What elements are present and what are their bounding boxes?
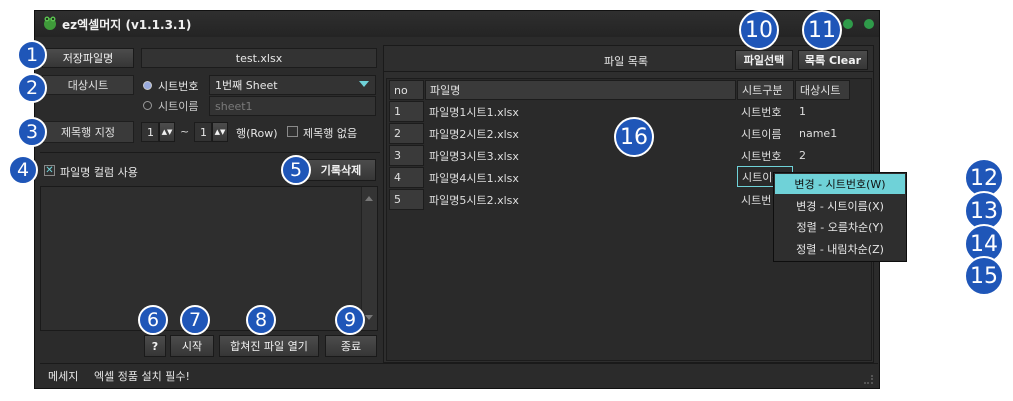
table-cell-target-sheet[interactable]: name1 — [795, 123, 850, 144]
annotation-badge: 7 — [180, 305, 210, 335]
divider — [40, 152, 380, 153]
open-merged-file-button[interactable]: 합쳐진 파일 열기 — [219, 335, 319, 357]
clear-list-button[interactable]: 목록 Clear — [798, 50, 868, 70]
menu-item-sort-ascending[interactable]: 정렬 - 오름차순(Y) — [775, 217, 905, 237]
menu-item-change-sheet-name[interactable]: 변경 - 시트이름(X) — [775, 196, 905, 216]
help-button[interactable]: ? — [144, 335, 166, 357]
scroll-up-icon[interactable] — [365, 196, 373, 201]
annotation-badge: 11 — [802, 10, 842, 50]
annotation-badge: 16 — [614, 117, 654, 157]
table-cell-filename[interactable]: 파일명3시트3.xlsx — [425, 145, 736, 166]
select-file-button[interactable]: 파일선택 — [735, 50, 793, 70]
column-header-sheet-kind[interactable]: 시트구분 — [737, 80, 794, 100]
delete-log-button[interactable]: 기록삭제 — [306, 159, 376, 181]
log-scrollbar[interactable] — [361, 187, 377, 330]
use-filename-column-label: 파일명 컬럼 사용 — [60, 166, 138, 179]
annotation-badge: 6 — [138, 305, 168, 335]
table-cell-target-sheet[interactable]: 1 — [795, 101, 850, 122]
title-row-to[interactable]: 1 — [194, 122, 212, 142]
radio-sheet-number[interactable] — [143, 81, 152, 90]
table-row-no[interactable]: 4 — [389, 167, 424, 188]
annotation-badge: 3 — [17, 117, 47, 147]
table-cell-sheet-kind[interactable]: 시트번호 — [737, 101, 794, 122]
table-row-no[interactable]: 3 — [389, 145, 424, 166]
annotation-badge: 5 — [281, 155, 311, 185]
sheet-number-select[interactable]: 1번째 Sheet — [209, 75, 376, 95]
sheet-name-input[interactable]: sheet1 — [209, 96, 376, 116]
log-area[interactable] — [40, 186, 378, 331]
radio-sheet-name-label: 시트이름 — [158, 100, 199, 113]
file-list-label: 파일 목록 — [604, 55, 648, 68]
column-header-filename[interactable]: 파일명 — [425, 80, 736, 100]
menu-item-change-sheet-number[interactable]: 변경 - 시트번호(W) — [775, 174, 905, 194]
radio-sheet-number-label: 시트번호 — [158, 80, 199, 93]
table-cell-sheet-kind[interactable]: 시트번호 — [737, 145, 794, 166]
menu-item-sort-descending[interactable]: 정렬 - 내림차순(Z) — [775, 239, 905, 259]
minimize-icon[interactable] — [843, 19, 853, 29]
column-header-target-sheet[interactable]: 대상시트 — [795, 80, 850, 100]
table-cell-sheet-kind[interactable]: 시트번 — [737, 189, 777, 210]
table-cell-filename[interactable]: 파일명1시트1.xlsx — [425, 101, 736, 122]
annotation-badge: 4 — [8, 155, 38, 185]
radio-sheet-name[interactable] — [143, 101, 152, 110]
title-row-from-spinner[interactable]: ▲▼ — [159, 122, 175, 142]
table-row-no[interactable]: 5 — [389, 189, 424, 210]
save-file-label: 저장파일명 — [42, 48, 134, 68]
annotation-badge: 2 — [17, 73, 47, 103]
window-title: ez엑셀머지 (v1.1.3.1) — [62, 18, 192, 32]
table-cell-filename[interactable]: 파일명5시트2.xlsx — [425, 189, 736, 210]
no-title-row-checkbox[interactable] — [287, 126, 298, 137]
title-row-label: 제목행 지정 — [42, 121, 134, 143]
title-row-to-spinner[interactable]: ▲▼ — [212, 122, 228, 142]
close-icon[interactable] — [864, 19, 874, 29]
save-file-field[interactable]: test.xlsx — [141, 48, 377, 68]
use-filename-column-checkbox[interactable]: ✕ — [44, 165, 55, 176]
annotation-badge: 1 — [17, 40, 47, 70]
annotation-badge: 10 — [739, 10, 779, 50]
no-title-row-label: 제목행 없음 — [303, 127, 358, 140]
status-label: 메세지 — [48, 370, 79, 383]
table-cell-target-sheet[interactable]: 2 — [795, 145, 850, 166]
title-row-tilde: ~ — [180, 125, 190, 138]
exit-button[interactable]: 종료 — [325, 335, 377, 357]
annotation-badge: 8 — [246, 305, 276, 335]
title-row-from[interactable]: 1 — [141, 122, 159, 142]
dropdown-arrow-icon — [359, 81, 369, 87]
scroll-down-icon[interactable] — [365, 315, 373, 320]
table-cell-sheet-kind[interactable]: 시트이름 — [737, 123, 794, 144]
sheet-number-value: 1번째 Sheet — [215, 79, 278, 92]
table-cell-filename[interactable]: 파일명2시트2.xlsx — [425, 123, 736, 144]
status-message: 엑셀 정품 설치 필수! — [94, 370, 190, 383]
frog-app-icon — [42, 15, 58, 31]
title-row-unit: 행(Row) — [236, 127, 278, 140]
resize-grip-icon[interactable] — [864, 375, 873, 384]
start-button[interactable]: 시작 — [170, 335, 214, 357]
annotation-badge: 15 — [964, 256, 1004, 296]
annotation-badge: 9 — [335, 305, 365, 335]
target-sheet-label: 대상시트 — [42, 75, 134, 95]
column-header-no[interactable]: no — [389, 80, 424, 100]
table-cell-filename[interactable]: 파일명4시트1.xlsx — [425, 167, 736, 188]
table-row-no[interactable]: 1 — [389, 101, 424, 122]
table-row-no[interactable]: 2 — [389, 123, 424, 144]
